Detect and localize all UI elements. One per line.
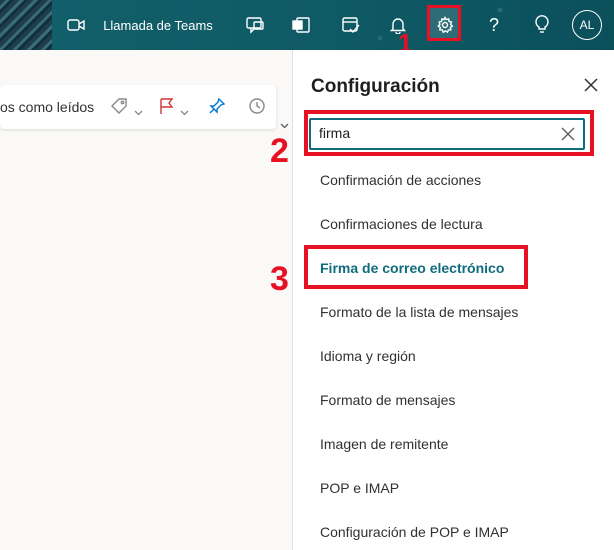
annotation-box-signature [304,245,528,289]
teams-call-button[interactable]: Llamada de Teams [98,0,218,50]
flag-chevron-icon[interactable] [180,103,189,121]
teams-call-label: Llamada de Teams [103,17,213,33]
chat-feedback-icon[interactable] [240,0,270,50]
office-icon[interactable] [286,0,316,50]
settings-result-item[interactable]: Configuración de POP e IMAP [320,524,509,540]
avatar[interactable]: AL [572,10,602,40]
tag-chevron-icon[interactable] [134,103,143,121]
pin-icon[interactable] [208,97,226,120]
settings-result-item[interactable]: Formato de mensajes [320,392,455,408]
settings-result-item[interactable]: Confirmaciones de lectura [320,216,483,232]
settings-title: Configuración [311,76,440,97]
tag-icon[interactable] [110,97,128,120]
mark-as-read-button[interactable]: os como leídos [0,99,94,115]
lightbulb-icon[interactable] [528,0,556,50]
flag-icon[interactable] [158,97,174,120]
clock-icon[interactable] [248,97,266,120]
settings-result-item[interactable]: Formato de la lista de mensajes [320,304,518,320]
video-icon[interactable] [62,0,90,50]
settings-result-item[interactable]: Idioma y región [320,348,416,364]
help-icon[interactable]: ? [480,0,508,50]
annotation-step-3: 3 [270,260,289,298]
annotation-box-search [304,110,594,156]
settings-result-item[interactable]: Confirmación de acciones [320,172,481,188]
calendar-check-icon[interactable] [336,0,366,50]
settings-result-item[interactable]: POP e IMAP [320,480,399,496]
message-toolbar: os como leídos [0,85,276,129]
annotation-box-gear [427,5,461,41]
annotation-step-2: 2 [270,132,289,170]
settings-result-item[interactable]: Imagen de remitente [320,436,448,452]
app-header: Llamada de Teams ? AL [0,0,614,50]
close-icon[interactable] [582,76,600,94]
